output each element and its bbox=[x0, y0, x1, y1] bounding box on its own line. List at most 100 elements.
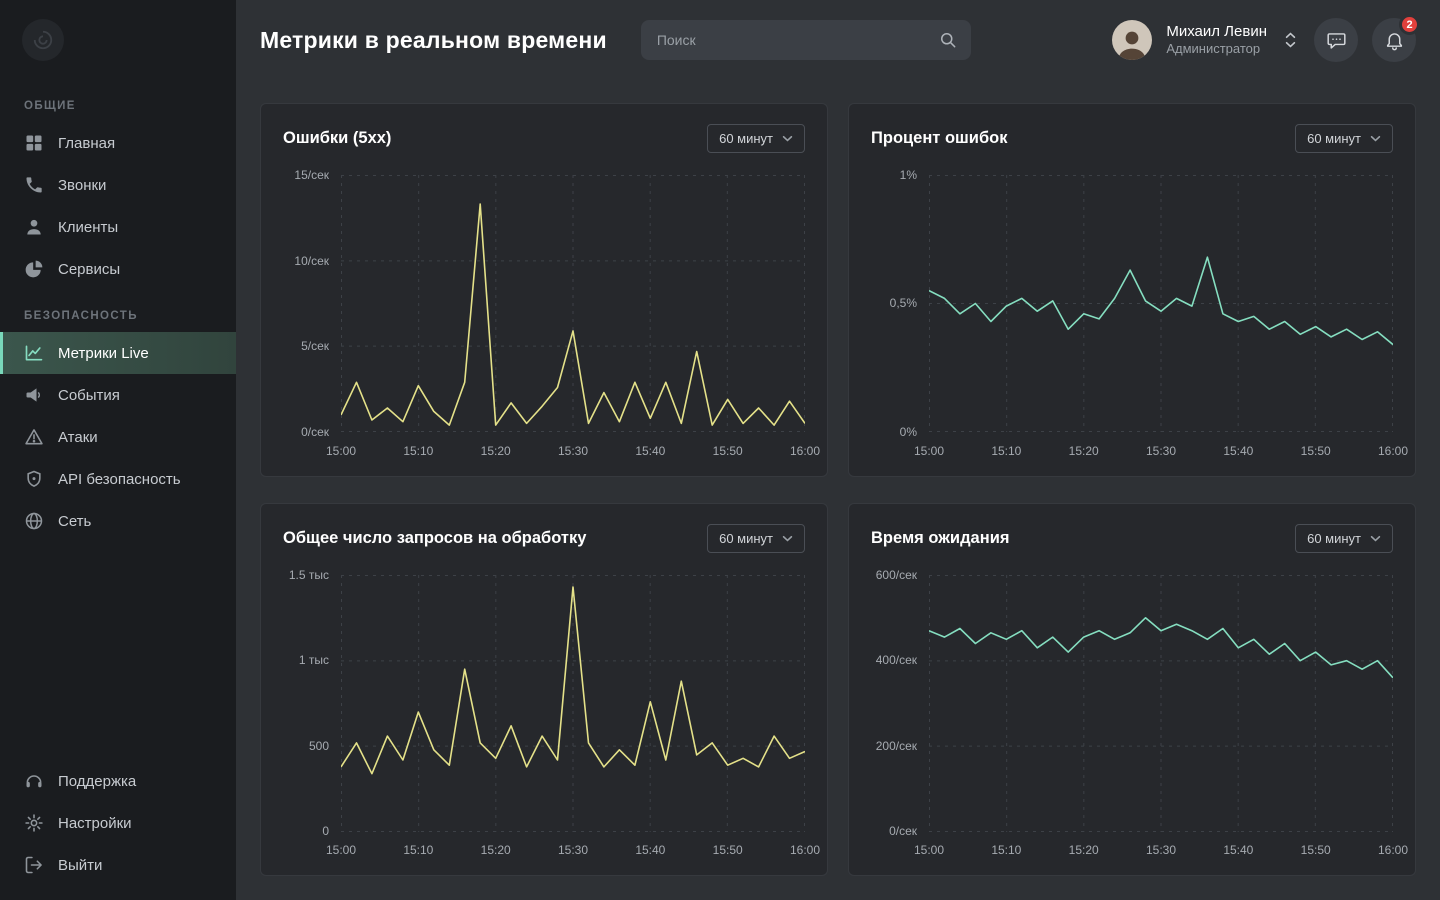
x-axis-label: 15:10 bbox=[403, 444, 433, 458]
x-axis-label: 15:50 bbox=[713, 843, 743, 857]
gear-icon bbox=[24, 813, 44, 833]
sidebar-item-calls[interactable]: Звонки bbox=[0, 164, 236, 206]
chevron-down-icon bbox=[1285, 41, 1296, 48]
notifications-button[interactable]: 2 bbox=[1372, 18, 1416, 62]
chevron-down-icon bbox=[782, 135, 793, 142]
sidebar-item-support[interactable]: Поддержка bbox=[0, 760, 236, 802]
x-axis-label: 15:30 bbox=[1146, 444, 1176, 458]
sidebar-footer: Поддержка Настройки Выйти bbox=[0, 760, 236, 900]
chevron-down-icon bbox=[1370, 535, 1381, 542]
x-axis-label: 16:00 bbox=[790, 843, 820, 857]
chart-card-wait-time: Время ожидания 60 минут 600/сек 400/сек 20… bbox=[848, 503, 1416, 877]
sidebar-item-metrics-live[interactable]: Метрики Live bbox=[0, 332, 236, 374]
line-chart: 1%0,5%0% bbox=[871, 175, 1393, 432]
chevron-down-icon bbox=[782, 535, 793, 542]
time-range-value: 60 минут bbox=[1307, 531, 1361, 546]
brand-logo-icon bbox=[22, 19, 64, 61]
line-chart: 1.5 тыс1 тыс5000 bbox=[283, 575, 805, 832]
phone-icon bbox=[24, 175, 44, 195]
y-axis-label: 600/сек bbox=[876, 568, 917, 582]
shield-icon bbox=[24, 469, 44, 489]
avatar[interactable] bbox=[1112, 20, 1152, 60]
x-axis: 15:0015:1015:2015:3015:4015:5016:00 bbox=[929, 831, 1393, 861]
y-axis-label: 0/сек bbox=[889, 824, 917, 838]
x-axis-label: 15:30 bbox=[558, 444, 588, 458]
x-axis: 15:0015:1015:2015:3015:4015:5016:00 bbox=[341, 831, 805, 861]
sidebar-item-events[interactable]: События bbox=[0, 374, 236, 416]
sidebar-item-label: События bbox=[58, 387, 120, 404]
y-axis-label: 200/сек bbox=[876, 739, 917, 753]
plot-area bbox=[929, 175, 1393, 432]
x-axis-label: 15:40 bbox=[635, 843, 665, 857]
dashboard-grid: Ошибки (5xx) 60 минут 15/сек10/сек5/сек0… bbox=[236, 80, 1440, 900]
x-axis-label: 16:00 bbox=[790, 444, 820, 458]
time-range-value: 60 минут bbox=[719, 531, 773, 546]
x-axis-label: 15:10 bbox=[991, 444, 1021, 458]
notification-badge: 2 bbox=[1399, 14, 1420, 35]
y-axis-label: 5/сек bbox=[301, 339, 329, 353]
sidebar-item-label: Сервисы bbox=[58, 261, 120, 278]
sidebar-item-clients[interactable]: Клиенты bbox=[0, 206, 236, 248]
sidebar-item-settings[interactable]: Настройки bbox=[0, 802, 236, 844]
time-range-value: 60 минут bbox=[719, 131, 773, 146]
globe-icon bbox=[24, 511, 44, 531]
time-range-select[interactable]: 60 минут bbox=[1295, 524, 1393, 553]
sidebar-item-api-security[interactable]: API безопасность bbox=[0, 458, 236, 500]
section-label-general: ОБЩИЕ bbox=[0, 86, 236, 122]
time-range-select[interactable]: 60 минут bbox=[1295, 124, 1393, 153]
sidebar-item-services[interactable]: Сервисы bbox=[0, 248, 236, 290]
sidebar-item-label: Выйти bbox=[58, 857, 102, 874]
time-range-select[interactable]: 60 минут bbox=[707, 524, 805, 553]
x-axis-label: 15:20 bbox=[1069, 843, 1099, 857]
chevron-up-icon bbox=[1285, 32, 1296, 39]
x-axis: 15:0015:1015:2015:3015:4015:5016:00 bbox=[341, 432, 805, 462]
y-axis: 1%0,5%0% bbox=[871, 175, 929, 432]
sidebar-item-network[interactable]: Сеть bbox=[0, 500, 236, 542]
megaphone-icon bbox=[24, 385, 44, 405]
search-input[interactable] bbox=[641, 20, 971, 60]
x-axis-label: 15:00 bbox=[914, 444, 944, 458]
x-axis: 15:0015:1015:2015:3015:4015:5016:00 bbox=[929, 432, 1393, 462]
x-axis-label: 15:40 bbox=[635, 444, 665, 458]
messages-button[interactable] bbox=[1314, 18, 1358, 62]
user-name: Михаил Левин bbox=[1166, 23, 1267, 42]
bell-icon bbox=[1384, 30, 1405, 51]
y-axis-label: 0,5% bbox=[890, 296, 917, 310]
sidebar-item-label: Атаки bbox=[58, 429, 98, 446]
user-menu-toggle[interactable] bbox=[1281, 32, 1300, 48]
grid-icon bbox=[24, 133, 44, 153]
sidebar-item-label: Клиенты bbox=[58, 219, 118, 236]
x-axis-label: 15:00 bbox=[914, 843, 944, 857]
x-axis-label: 15:30 bbox=[1146, 843, 1176, 857]
top-bar: Метрики в реальном времени Михаил Левин … bbox=[236, 0, 1440, 80]
x-axis-label: 15:50 bbox=[713, 444, 743, 458]
chart-card-total-requests: Общее число запросов на обработку 60 мин… bbox=[260, 503, 828, 877]
y-axis: 600/сек400/сек200/сек0/сек bbox=[871, 575, 929, 832]
sidebar-item-attacks[interactable]: Атаки bbox=[0, 416, 236, 458]
plot-area bbox=[929, 575, 1393, 832]
x-axis-label: 15:10 bbox=[991, 843, 1021, 857]
sidebar-item-label: Метрики Live bbox=[58, 345, 149, 362]
y-axis-label: 0 bbox=[322, 824, 329, 838]
x-axis-label: 15:20 bbox=[481, 444, 511, 458]
chart-title: Ошибки (5xx) bbox=[283, 129, 391, 148]
x-axis-label: 16:00 bbox=[1378, 444, 1408, 458]
sidebar-item-label: Сеть bbox=[58, 513, 91, 530]
y-axis-label: 15/сек bbox=[294, 168, 329, 182]
section-label-security: БЕЗОПАСНОСТЬ bbox=[0, 296, 236, 332]
plot-area bbox=[341, 175, 805, 432]
x-axis-label: 15:50 bbox=[1301, 843, 1331, 857]
user-meta: Михаил Левин Администратор bbox=[1166, 23, 1267, 58]
time-range-select[interactable]: 60 минут bbox=[707, 124, 805, 153]
chart-title: Время ожидания bbox=[871, 529, 1009, 548]
search-icon bbox=[938, 30, 958, 50]
sidebar-item-logout[interactable]: Выйти bbox=[0, 844, 236, 886]
x-axis-label: 15:00 bbox=[326, 444, 356, 458]
y-axis-label: 400/сек bbox=[876, 653, 917, 667]
y-axis-label: 0% bbox=[900, 425, 917, 439]
pie-icon bbox=[24, 259, 44, 279]
chart-card-error-rate: Процент ошибок 60 минут 1%0,5%0% 15:0015… bbox=[848, 103, 1416, 477]
y-axis: 1.5 тыс1 тыс5000 bbox=[283, 575, 341, 832]
sidebar-item-home[interactable]: Главная bbox=[0, 122, 236, 164]
sidebar: ОБЩИЕ Главная Звонки Клиенты Сервисы БЕЗ… bbox=[0, 0, 236, 900]
